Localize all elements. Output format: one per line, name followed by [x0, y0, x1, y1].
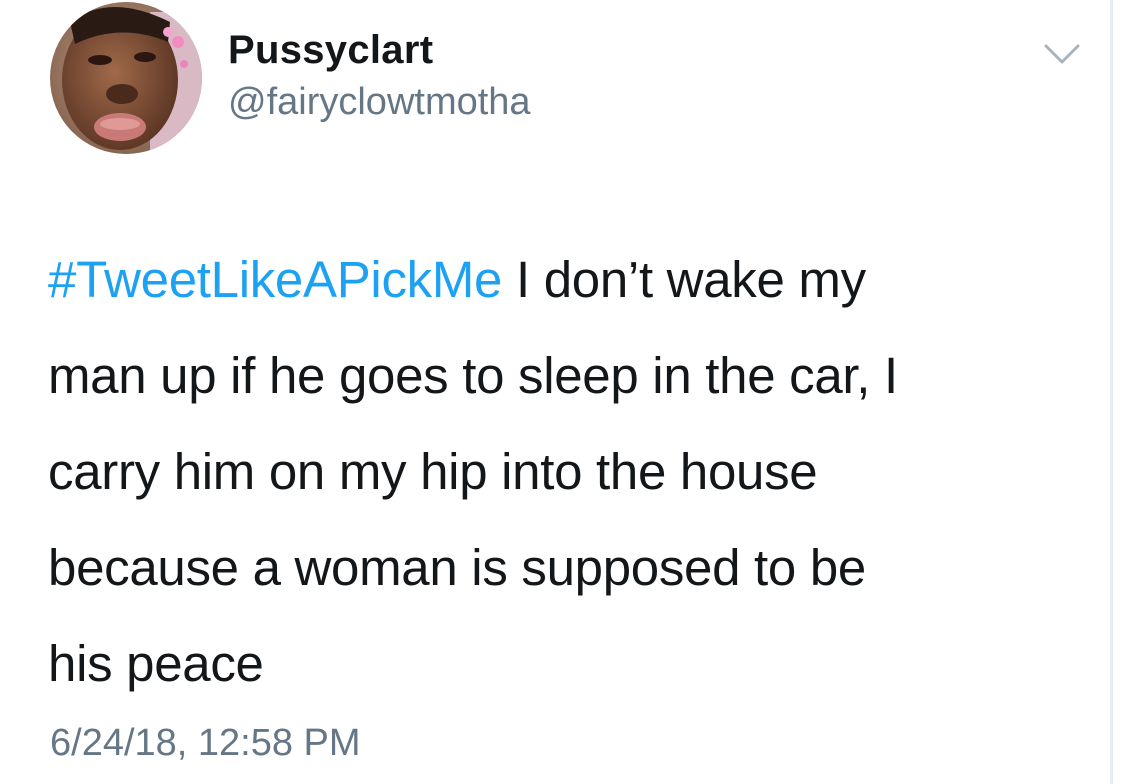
- tweet-menu-button[interactable]: [1042, 40, 1082, 70]
- tweet-text-line: because a woman is supposed to be: [48, 539, 866, 596]
- display-name[interactable]: Pussyclart: [228, 26, 531, 74]
- tweet-text-line: I don’t wake my: [502, 251, 866, 308]
- tweet-text-line: carry him on my hip into the house: [48, 443, 818, 500]
- author-block: Pussyclart @fairyclowtmotha: [228, 26, 531, 126]
- tweet-card: Pussyclart @fairyclowtmotha #TweetLikeAP…: [0, 0, 1125, 784]
- tweet-timestamp[interactable]: 6/24/18, 12:58 PM: [50, 718, 361, 768]
- user-handle[interactable]: @fairyclowtmotha: [228, 78, 531, 126]
- tweet-text: #TweetLikeAPickMe I don’t wake my man up …: [48, 232, 1098, 712]
- divider: [1110, 0, 1113, 784]
- tweet-text-line: man up if he goes to sleep in the car, I: [48, 347, 898, 404]
- tweet-text-line: his peace: [48, 635, 264, 692]
- hashtag-link[interactable]: #TweetLikeAPickMe: [48, 251, 502, 308]
- avatar[interactable]: [50, 2, 202, 154]
- profile-photo-icon: [50, 2, 202, 154]
- chevron-down-icon: [1044, 44, 1080, 64]
